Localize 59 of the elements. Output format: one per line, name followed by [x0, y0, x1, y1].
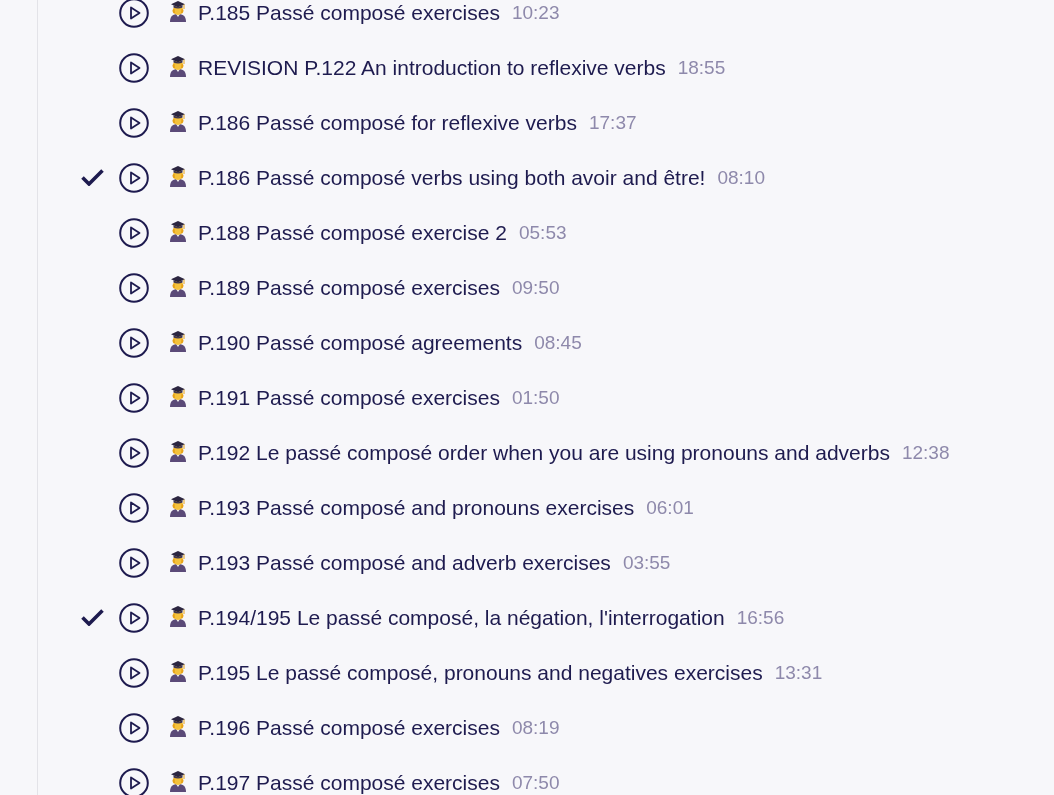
lesson-duration: 16:56	[736, 606, 785, 629]
lesson-duration: 09:50	[511, 276, 560, 299]
lesson-title[interactable]: P.191 Passé composé exercises	[198, 385, 500, 410]
student-icon	[168, 329, 188, 352]
lesson-duration: 08:45	[534, 331, 582, 354]
lesson-title[interactable]: P.194/195 Le passé composé, la négation, l'interrogation	[198, 605, 725, 630]
student-icon	[168, 109, 188, 132]
lesson-title[interactable]: P.196 Passé composé exercises	[198, 715, 500, 740]
play-button[interactable]	[119, 437, 149, 468]
lesson-duration: 01:50	[511, 386, 560, 409]
play-button[interactable]	[119, 217, 149, 248]
student-icon	[168, 714, 188, 737]
lesson-title[interactable]: P.193 Passé composé and pronouns exercises	[198, 495, 635, 520]
student-icon	[168, 604, 188, 627]
lesson-duration: 07:50	[511, 771, 560, 794]
play-button[interactable]	[119, 162, 149, 193]
lesson-duration: 12:38	[901, 441, 950, 464]
lesson-title[interactable]: P.197 Passé composé exercises	[198, 770, 500, 795]
student-icon	[168, 164, 188, 187]
student-icon	[168, 384, 188, 407]
play-button[interactable]	[119, 712, 149, 743]
play-button[interactable]	[119, 52, 149, 83]
student-icon	[168, 769, 188, 792]
lesson-title[interactable]: P.192 Le passé composé order when you are using pronouns and adverbs	[198, 440, 890, 465]
student-icon	[168, 219, 188, 242]
lesson-title[interactable]: P.188 Passé composé exercise 2	[198, 220, 507, 245]
play-button[interactable]	[119, 492, 149, 523]
lesson-duration: 18:55	[677, 56, 726, 79]
lesson-title[interactable]: P.186 Passé composé for reflexive verbs	[198, 110, 577, 135]
play-button[interactable]	[119, 767, 149, 795]
lesson-duration: 13:31	[774, 661, 823, 684]
student-icon	[168, 439, 188, 462]
student-icon	[168, 54, 188, 77]
lesson-duration: 10:23	[511, 1, 560, 24]
lesson-title[interactable]: P.186 Passé composé verbs using both avoir and être!	[198, 165, 706, 190]
student-icon	[168, 659, 188, 682]
lesson-duration: 03:55	[622, 551, 671, 574]
play-button[interactable]	[119, 382, 149, 413]
play-button[interactable]	[119, 0, 149, 28]
play-button[interactable]	[119, 327, 149, 358]
lesson-duration: 08:10	[717, 166, 765, 189]
lesson-title[interactable]: P.185 Passé composé exercises	[198, 0, 500, 25]
play-button[interactable]	[119, 602, 149, 633]
lesson-title[interactable]: P.193 Passé composé and adverb exercises	[198, 550, 611, 575]
play-button[interactable]	[119, 657, 149, 688]
lesson-title[interactable]: REVISION P.122 An introduction to reflexive verbs	[198, 55, 666, 80]
lesson-title[interactable]: P.190 Passé composé agreements	[198, 330, 523, 355]
play-button[interactable]	[119, 107, 149, 138]
play-button[interactable]	[119, 272, 149, 303]
lesson-duration: 17:37	[589, 111, 637, 134]
lesson-duration: 05:53	[518, 221, 567, 244]
lesson-duration: 08:19	[511, 716, 560, 739]
lesson-title[interactable]: P.189 Passé composé exercises	[198, 275, 500, 300]
student-icon	[168, 274, 188, 297]
student-icon	[168, 494, 188, 517]
student-icon	[168, 549, 188, 572]
lesson-duration: 06:01	[646, 496, 694, 519]
play-button[interactable]	[119, 547, 149, 578]
lesson-title[interactable]: P.195 Le passé composé, pronouns and negatives exercises	[198, 660, 763, 685]
